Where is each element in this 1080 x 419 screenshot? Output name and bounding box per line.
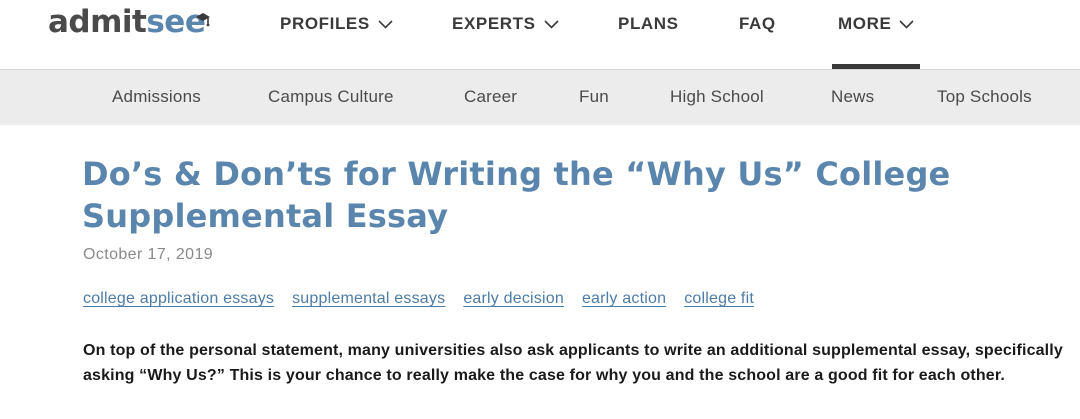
article-date: October 17, 2019 [83, 246, 214, 263]
nav-plans-label: PLANS [618, 14, 679, 33]
nav-faq-label: FAQ [739, 14, 776, 33]
logo-hat-icon [196, 13, 210, 27]
article-tags: college application essays supplemental … [83, 290, 754, 308]
nav-faq[interactable]: FAQ [739, 14, 776, 34]
tag-college-fit[interactable]: college fit [684, 290, 754, 308]
nav-experts-label: EXPERTS [452, 14, 536, 33]
nav-plans[interactable]: PLANS [618, 14, 679, 34]
subnav-item-campus-culture[interactable]: Campus Culture [268, 87, 394, 107]
chevron-down-icon [378, 20, 393, 29]
tag-early-action[interactable]: early action [582, 290, 666, 308]
subnav-item-admissions[interactable]: Admissions [112, 87, 201, 107]
site-logo[interactable]: admit see [48, 4, 210, 44]
tag-early-decision[interactable]: early decision [463, 290, 564, 308]
tag-supplemental-essays[interactable]: supplemental essays [292, 290, 445, 308]
nav-experts[interactable]: EXPERTS [452, 14, 559, 34]
subnav-item-career[interactable]: Career [464, 87, 517, 107]
article-lead-paragraph: On top of the personal statement, many u… [83, 342, 1063, 384]
subnav-item-news[interactable]: News [831, 87, 874, 107]
tag-college-application-essays[interactable]: college application essays [83, 290, 274, 308]
article-title: Do’s & Don’ts for Writing the “Why Us” C… [82, 155, 951, 235]
nav-active-indicator [832, 64, 920, 69]
subnav-item-top-schools[interactable]: Top Schools [937, 87, 1032, 107]
subnav-item-fun[interactable]: Fun [579, 87, 609, 107]
category-subnav: Admissions Campus Culture Career Fun Hig… [0, 70, 1080, 125]
nav-more[interactable]: MORE [838, 14, 914, 34]
chevron-down-icon [543, 20, 559, 29]
subnav-item-high-school[interactable]: High School [670, 87, 764, 107]
nav-profiles[interactable]: PROFILES [280, 14, 393, 34]
logo-text-part1: admit [48, 4, 147, 40]
top-header: admit see PROFILES EXPERTS PLANS FAQ MORE [0, 0, 1080, 70]
nav-profiles-label: PROFILES [280, 14, 370, 33]
nav-more-label: MORE [838, 14, 892, 33]
chevron-down-icon [899, 20, 914, 29]
